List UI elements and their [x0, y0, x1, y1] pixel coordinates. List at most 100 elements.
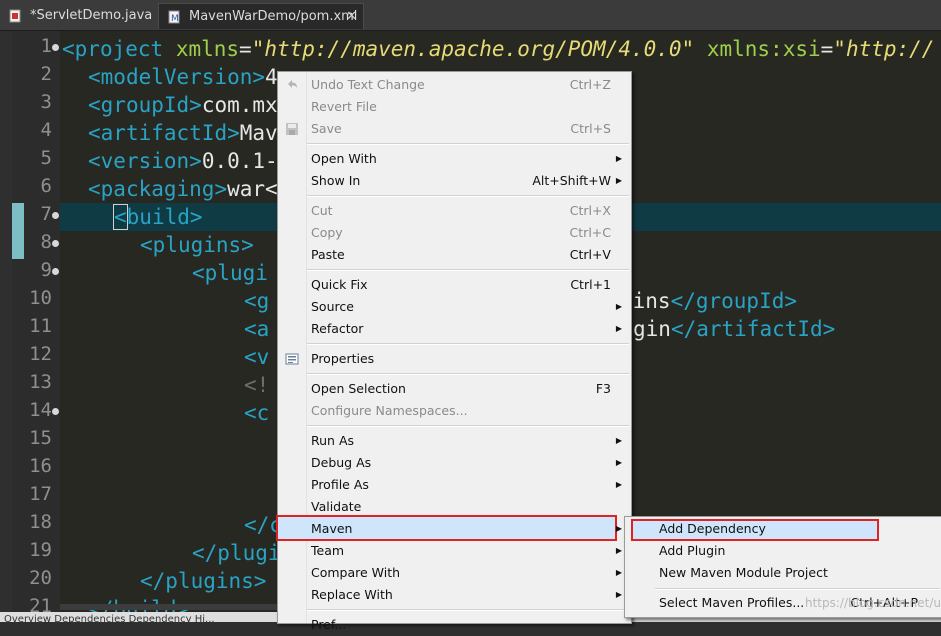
code-line-12: <v: [244, 345, 270, 369]
menu-item-open-selection[interactable]: Open Selection F3: [278, 378, 631, 400]
java-file-icon: [9, 9, 21, 23]
menu-item-refactor[interactable]: Refactor ▶: [278, 318, 631, 340]
submenu-arrow-icon: ▶: [615, 568, 622, 577]
menu-separator: [307, 373, 629, 375]
save-icon: [286, 123, 298, 135]
svg-text:M: M: [171, 14, 179, 24]
submenu-arrow-icon: ▶: [615, 436, 622, 445]
code-line-9: <plugi: [192, 261, 268, 285]
line-number: 9: [40, 259, 52, 281]
menu-item-add-plugin[interactable]: Add Plugin: [625, 540, 941, 562]
code-line-14: <c: [244, 401, 270, 425]
undo-icon: [288, 80, 297, 88]
fold-toggle-icon[interactable]: [52, 240, 59, 247]
menu-item-add-dependency[interactable]: Add Dependency: [625, 518, 941, 540]
submenu-arrow-icon: ▶: [615, 546, 622, 555]
line-number-gutter: 1 2 3 4 5 6 7 8 9 10 11 12 13 14 15 16 1…: [12, 31, 60, 622]
fold-toggle-icon[interactable]: [52, 212, 59, 219]
code-line-5: <version>0.0.1-: [88, 149, 278, 173]
line-number: 8: [40, 231, 52, 253]
watermark: https://blog.csdn.net/u0...274: [805, 596, 941, 610]
line-number: 2: [40, 63, 52, 85]
line-number: 19: [29, 539, 52, 561]
code-line-11-tail: gin</artifactId>: [633, 317, 836, 341]
line-number: 5: [40, 147, 52, 169]
menu-separator: [307, 195, 629, 197]
menu-separator: [307, 143, 629, 145]
tab-pom-xml[interactable]: M MavenWarDemo/pom.xml ✕: [158, 3, 364, 29]
submenu-arrow-icon: ▶: [615, 458, 622, 467]
submenu-arrow-icon: ▶: [615, 480, 622, 489]
menu-item-revert-file[interactable]: Revert File: [278, 96, 631, 118]
maven-submenu: Add Dependency Add Plugin New Maven Modu…: [624, 516, 941, 618]
code-line-4: <artifactId>Mav: [88, 121, 278, 145]
menu-item-replace-with[interactable]: Replace With ▶: [278, 584, 631, 606]
code-line-1: <project xmlns="http://maven.apache.org/…: [62, 37, 935, 61]
submenu-arrow-icon: ▶: [615, 154, 622, 163]
line-number: 13: [29, 371, 52, 393]
code-line-20: </plugins>: [140, 569, 267, 593]
fold-toggle-icon[interactable]: [52, 268, 59, 275]
menu-item-paste[interactable]: Paste Ctrl+V: [278, 244, 631, 266]
line-number: 18: [29, 511, 52, 533]
line-number: 12: [29, 343, 52, 365]
menu-item-properties[interactable]: Properties: [278, 348, 631, 370]
line-number: 3: [40, 91, 52, 113]
code-line-6: <packaging>war<: [88, 177, 278, 201]
fold-toggle-icon[interactable]: [52, 44, 59, 51]
menu-item-new-maven-module[interactable]: New Maven Module Project: [625, 562, 941, 584]
menu-item-team[interactable]: Team ▶: [278, 540, 631, 562]
context-menu: Undo Text Change Ctrl+Z Revert File Save C…: [276, 71, 632, 632]
close-tab-icon[interactable]: ✕: [346, 4, 357, 30]
menu-item-undo[interactable]: Undo Text Change Ctrl+Z: [278, 74, 631, 96]
menu-item-debug-as[interactable]: Debug As ▶: [278, 452, 631, 474]
code-line-2: <modelVersion>4: [88, 65, 278, 89]
line-number: 15: [29, 427, 52, 449]
scrollbar-thumb[interactable]: [60, 604, 280, 610]
submenu-arrow-icon: ▶: [615, 176, 622, 185]
menu-separator: [307, 609, 629, 611]
menu-item-open-with[interactable]: Open With ▶: [278, 148, 631, 170]
menu-item-quick-fix[interactable]: Quick Fix Ctrl+1: [278, 274, 631, 296]
fold-toggle-icon[interactable]: [52, 408, 59, 415]
submenu-arrow-icon: ▶: [615, 524, 622, 533]
menu-item-maven[interactable]: Maven ▶: [278, 518, 631, 540]
line-number: 14: [29, 399, 52, 421]
menu-item-show-in[interactable]: Show In Alt+Shift+W ▶: [278, 170, 631, 192]
code-line-8: <plugins>: [140, 233, 254, 257]
line-number: 10: [29, 287, 52, 309]
line-number: 4: [40, 119, 52, 141]
menu-separator: [655, 588, 940, 590]
code-line-19: </plugi: [192, 541, 281, 565]
menu-item-configure-namespaces[interactable]: Configure Namespaces...: [278, 400, 631, 422]
submenu-arrow-icon: ▶: [615, 302, 622, 311]
code-line-10: <g: [244, 289, 270, 313]
menu-item-source[interactable]: Source ▶: [278, 296, 631, 318]
menu-separator: [307, 343, 629, 345]
line-number: 16: [29, 455, 52, 477]
line-number: 17: [29, 483, 52, 505]
menu-item-copy[interactable]: Copy Ctrl+C: [278, 222, 631, 244]
menu-item-save[interactable]: Save Ctrl+S: [278, 118, 631, 140]
line-number: 6: [40, 175, 52, 197]
menu-item-cut[interactable]: Cut Ctrl+X: [278, 200, 631, 222]
editor-tab-bar: *ServletDemo.java M MavenWarDemo/pom.xml…: [0, 0, 941, 31]
line-number: 11: [29, 315, 52, 337]
code-line-7: <build>: [113, 204, 203, 230]
properties-icon: [285, 353, 299, 365]
menu-separator: [307, 269, 629, 271]
menu-item-run-as[interactable]: Run As ▶: [278, 430, 631, 452]
line-number: 1: [40, 35, 52, 57]
code-line-3: <groupId>com.mx: [88, 93, 278, 117]
menu-item-preferences[interactable]: Pref...: [278, 614, 631, 636]
menu-item-compare-with[interactable]: Compare With ▶: [278, 562, 631, 584]
menu-separator: [307, 425, 629, 427]
code-line-10-tail: gins</groupId>: [620, 289, 798, 313]
line-number: 20: [29, 567, 52, 589]
menu-item-profile-as[interactable]: Profile As ▶: [278, 474, 631, 496]
code-line-13: <!: [244, 373, 270, 397]
maven-pom-icon: M: [168, 10, 180, 24]
tab-servletdemo-java[interactable]: *ServletDemo.java: [0, 3, 153, 29]
tab-label: *ServletDemo.java: [30, 8, 153, 23]
submenu-arrow-icon: ▶: [615, 324, 622, 333]
